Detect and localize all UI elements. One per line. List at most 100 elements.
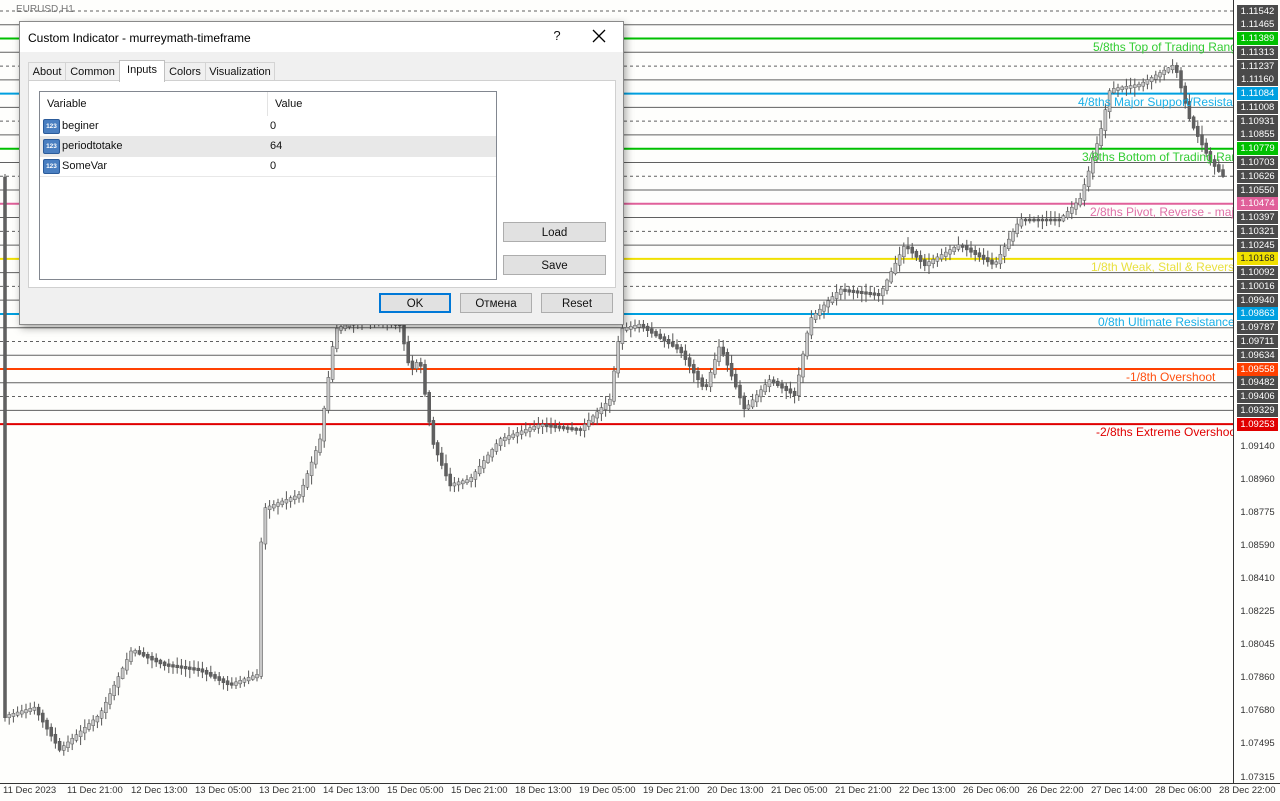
price-tick-label: 1.11237 (1237, 59, 1278, 73)
variable-value[interactable]: 0 (270, 156, 276, 176)
time-tick-label: 15 Dec 05:00 (387, 785, 444, 796)
integer-icon: 123 (43, 159, 60, 174)
price-tick-label: 1.11313 (1237, 45, 1278, 59)
price-tick-label: 1.11465 (1237, 18, 1278, 32)
murrey-level-label: 3/8ths Bottom of Trading Range (1082, 149, 1233, 164)
price-tick-label: 1.09863 (1237, 307, 1278, 321)
price-tick-label: 1.08225 (1240, 606, 1275, 617)
inputs-panel: Variable Value 123 beginer 0 123 periodt… (28, 80, 616, 288)
price-tick-label: 1.10397 (1237, 211, 1278, 225)
price-tick-label: 1.09787 (1237, 321, 1278, 335)
help-button[interactable]: ? (549, 28, 565, 46)
price-tick-label: 1.08410 (1240, 572, 1275, 584)
time-tick-label: 21 Dec 05:00 (771, 785, 828, 796)
time-tick-label: 28 Dec 22:00 (1219, 785, 1276, 796)
price-tick-label: 1.10321 (1237, 224, 1278, 238)
price-tick-label: 1.10092 (1237, 266, 1278, 280)
time-tick-label: 11 Dec 21:00 (67, 785, 123, 796)
time-tick-label: 26 Dec 06:00 (963, 785, 1020, 796)
price-tick-label: 1.08775 (1240, 506, 1275, 518)
time-tick-label: 21 Dec 21:00 (835, 785, 892, 796)
price-tick-label: 1.09634 (1237, 348, 1278, 362)
murrey-level-label: -1/8th Overshoot (1126, 370, 1216, 385)
time-tick-label: 12 Dec 13:00 (131, 785, 188, 796)
close-icon[interactable] (589, 26, 609, 46)
variable-name: SomeVar (62, 160, 108, 172)
price-tick-label: 1.10168 (1237, 252, 1278, 266)
time-tick-label: 28 Dec 06:00 (1155, 785, 1212, 796)
time-tick-label: 13 Dec 21:00 (259, 785, 316, 796)
price-tick-label: 1.10931 (1237, 114, 1278, 128)
price-tick-label: 1.09406 (1237, 390, 1278, 404)
time-tick-label: 14 Dec 13:00 (323, 785, 380, 796)
reset-button[interactable]: Reset (541, 293, 613, 313)
variable-name: periodtotake (62, 140, 123, 152)
symbol-label: EURUSD,H1 (16, 4, 74, 15)
murrey-level-label: 0/8th Ultimate Resistance (1098, 314, 1233, 329)
time-tick-label: 20 Dec 13:00 (707, 785, 764, 796)
tab-inputs[interactable]: Inputs (119, 60, 165, 82)
price-tick-label: 1.09711 (1237, 334, 1278, 348)
tab-common[interactable]: Common (65, 62, 120, 81)
variable-value[interactable]: 64 (270, 136, 282, 156)
price-tick-label: 1.09558 (1237, 362, 1278, 376)
column-value[interactable]: Value (268, 92, 496, 116)
price-tick-label: 1.10626 (1237, 169, 1278, 183)
price-tick-label: 1.09253 (1237, 417, 1278, 431)
price-tick-label: 1.08590 (1240, 539, 1275, 551)
price-axis: 1.11542 1.11465 1.11389 1.11313 1.11237 1.111… (1233, 0, 1280, 783)
time-tick-label: 26 Dec 22:00 (1027, 785, 1084, 796)
time-tick-label: 19 Dec 21:00 (643, 785, 700, 796)
price-tick-label: 1.11008 (1237, 100, 1278, 114)
inputs-grid[interactable]: Variable Value 123 beginer 0 123 periodt… (39, 91, 497, 280)
variable-name: beginer (62, 120, 99, 132)
variable-value[interactable]: 0 (270, 116, 276, 136)
time-tick-label: 22 Dec 13:00 (899, 785, 956, 796)
price-tick-label: 1.07495 (1240, 738, 1275, 750)
input-row[interactable]: 123 periodtotake 64 (40, 136, 496, 157)
price-tick-label: 1.08045 (1240, 639, 1275, 651)
price-tick-label: 1.07680 (1240, 705, 1275, 717)
murrey-level-label: 4/8ths Major Support/Resistance (1078, 94, 1233, 109)
dialog-title: Custom Indicator - murreymath-timeframe (28, 31, 251, 45)
tab-about[interactable]: About (28, 62, 66, 81)
murrey-level-label: 5/8ths Top of Trading Range (1093, 39, 1233, 54)
price-tick-label: 1.10245 (1237, 238, 1278, 252)
price-tick-label: 1.10703 (1237, 155, 1278, 169)
price-tick-label: 1.11160 (1237, 73, 1278, 87)
cancel-button[interactable]: Отмена (460, 293, 532, 313)
time-tick-label: 27 Dec 14:00 (1091, 785, 1148, 796)
price-tick-label: 1.11542 (1237, 4, 1278, 18)
price-tick-label: 1.09482 (1237, 376, 1278, 390)
time-axis (0, 783, 1280, 801)
time-tick-label: 11 Dec 2023 (3, 785, 57, 796)
ok-button[interactable]: OK (379, 293, 451, 313)
load-button[interactable]: Load (503, 222, 606, 242)
integer-icon: 123 (43, 119, 60, 134)
input-row[interactable]: 123 SomeVar 0 (40, 156, 496, 177)
murrey-level-label: 1/8th Weak, Stall & Reverse (1091, 259, 1233, 274)
save-button[interactable]: Save (503, 255, 606, 275)
price-tick-label: 1.08960 (1240, 473, 1275, 485)
price-tick-label: 1.10779 (1237, 142, 1278, 156)
price-tick-label: 1.09329 (1237, 403, 1278, 417)
price-tick-label: 1.10016 (1237, 279, 1278, 293)
price-tick-label: 1.10855 (1237, 128, 1278, 142)
murrey-level-label: 2/8ths Pivot, Reverse - major (1090, 204, 1233, 219)
input-row[interactable]: 123 beginer 0 (40, 116, 496, 137)
price-tick-label: 1.07860 (1240, 672, 1275, 684)
price-tick-label: 1.11389 (1237, 32, 1278, 46)
integer-icon: 123 (43, 139, 60, 154)
price-tick-label: 1.10550 (1237, 183, 1278, 197)
column-variable[interactable]: Variable (40, 92, 267, 116)
indicator-dialog: Custom Indicator - murreymath-timeframe … (19, 21, 624, 325)
tab-colors[interactable]: Colors (164, 62, 206, 81)
murrey-level-label: -2/8ths Extreme Overshoot (1096, 425, 1233, 440)
time-tick-label: 19 Dec 05:00 (579, 785, 636, 796)
price-tick-label: 1.09140 (1240, 440, 1275, 452)
dialog-titlebar[interactable]: Custom Indicator - murreymath-timeframe … (20, 22, 623, 52)
price-tick-label: 1.10474 (1237, 197, 1278, 211)
time-tick-label: 18 Dec 13:00 (515, 785, 572, 796)
price-tick-label: 1.09940 (1237, 293, 1278, 307)
tab-visualization[interactable]: Visualization (205, 62, 275, 81)
